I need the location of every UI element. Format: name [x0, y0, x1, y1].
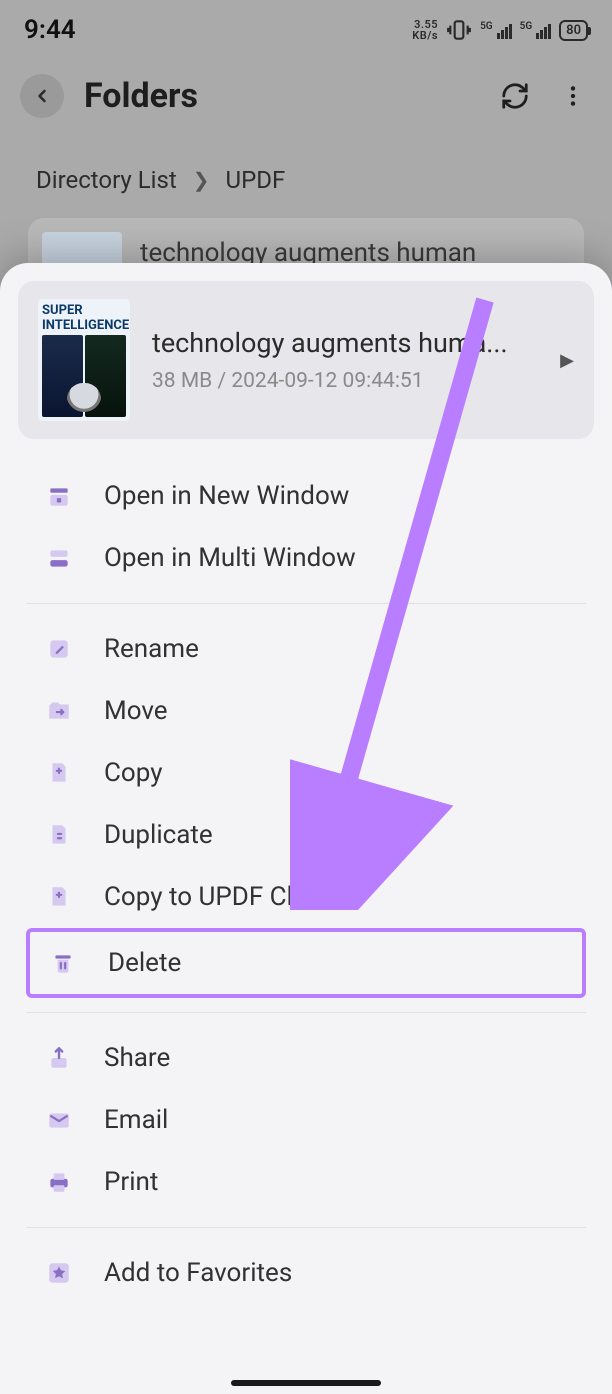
move-icon — [44, 696, 74, 726]
menu-label: Copy — [104, 758, 163, 788]
share-icon — [44, 1043, 74, 1073]
open-multi-window-item[interactable]: Open in Multi Window — [0, 527, 612, 589]
nav-indicator[interactable] — [0, 1372, 612, 1394]
copy-item[interactable]: Copy — [0, 742, 612, 804]
more-vertical-icon — [560, 83, 586, 109]
chevron-left-icon — [32, 86, 52, 106]
file-name: technology augments huma... — [152, 327, 538, 359]
menu-label: Rename — [104, 634, 199, 664]
status-right: 3.55 KB/s 5G 5G 80 — [412, 17, 588, 43]
refresh-button[interactable] — [496, 77, 534, 115]
page-title: Folders — [84, 76, 476, 116]
menu-list: Open in New Window Open in Multi Window … — [0, 455, 612, 1314]
email-item[interactable]: Email — [0, 1089, 612, 1151]
battery-icon: 80 — [559, 20, 588, 41]
trash-icon — [48, 948, 78, 978]
breadcrumb[interactable]: Directory List ❯ UPDF — [0, 155, 612, 205]
refresh-icon — [500, 81, 530, 111]
file-meta: 38 MB / 2024-09-12 09:44:51 — [152, 369, 538, 393]
signal-1: 5G — [480, 21, 512, 39]
menu-label: Open in New Window — [104, 481, 349, 511]
copy-icon — [44, 758, 74, 788]
pencil-icon — [44, 634, 74, 664]
delete-highlight: Delete — [26, 928, 586, 998]
status-bar: 9:44 3.55 KB/s 5G 5G 80 — [0, 0, 612, 60]
home-pill[interactable] — [231, 1380, 381, 1386]
file-info: technology augments huma... 38 MB / 2024… — [152, 327, 538, 393]
divider — [26, 1012, 586, 1013]
signal-2: 5G — [520, 21, 552, 39]
delete-item[interactable]: Delete — [30, 932, 582, 994]
breadcrumb-current[interactable]: UPDF — [226, 166, 286, 194]
duplicate-icon — [44, 820, 74, 850]
add-favorites-item[interactable]: Add to Favorites — [0, 1242, 612, 1304]
cloud-copy-icon — [44, 882, 74, 912]
open-new-window-item[interactable]: Open in New Window — [0, 465, 612, 527]
star-icon — [44, 1258, 74, 1288]
status-time: 9:44 — [24, 15, 76, 45]
menu-label: Share — [104, 1043, 170, 1073]
move-item[interactable]: Move — [0, 680, 612, 742]
new-window-icon — [44, 481, 74, 511]
divider — [26, 1227, 586, 1228]
app-header: Folders — [0, 60, 612, 132]
menu-label: Print — [104, 1167, 158, 1197]
multi-window-icon — [44, 543, 74, 573]
back-button[interactable] — [20, 74, 64, 118]
chevron-right-icon: ❯ — [193, 168, 210, 192]
email-icon — [44, 1105, 74, 1135]
menu-label: Copy to UPDF Cloud — [104, 882, 337, 912]
action-sheet: SUPER INTELLIGENCE technology augments h… — [0, 263, 612, 1394]
rename-item[interactable]: Rename — [0, 618, 612, 680]
data-rate: 3.55 KB/s — [412, 19, 438, 41]
print-icon — [44, 1167, 74, 1197]
menu-label: Open in Multi Window — [104, 543, 356, 573]
print-item[interactable]: Print — [0, 1151, 612, 1213]
breadcrumb-root[interactable]: Directory List — [36, 166, 177, 194]
menu-label: Duplicate — [104, 820, 213, 850]
menu-label: Move — [104, 696, 168, 726]
menu-label: Email — [104, 1105, 168, 1135]
duplicate-item[interactable]: Duplicate — [0, 804, 612, 866]
chevron-right-icon[interactable]: ▶ — [560, 350, 574, 371]
more-button[interactable] — [554, 77, 592, 115]
copy-cloud-item[interactable]: Copy to UPDF Cloud — [0, 866, 612, 928]
vibrate-icon — [446, 17, 472, 43]
divider — [26, 603, 586, 604]
share-item[interactable]: Share — [0, 1027, 612, 1089]
menu-label: Delete — [108, 948, 181, 978]
menu-label: Add to Favorites — [104, 1258, 292, 1288]
file-header-row[interactable]: SUPER INTELLIGENCE technology augments h… — [18, 281, 594, 439]
file-thumbnail: SUPER INTELLIGENCE — [38, 299, 130, 421]
